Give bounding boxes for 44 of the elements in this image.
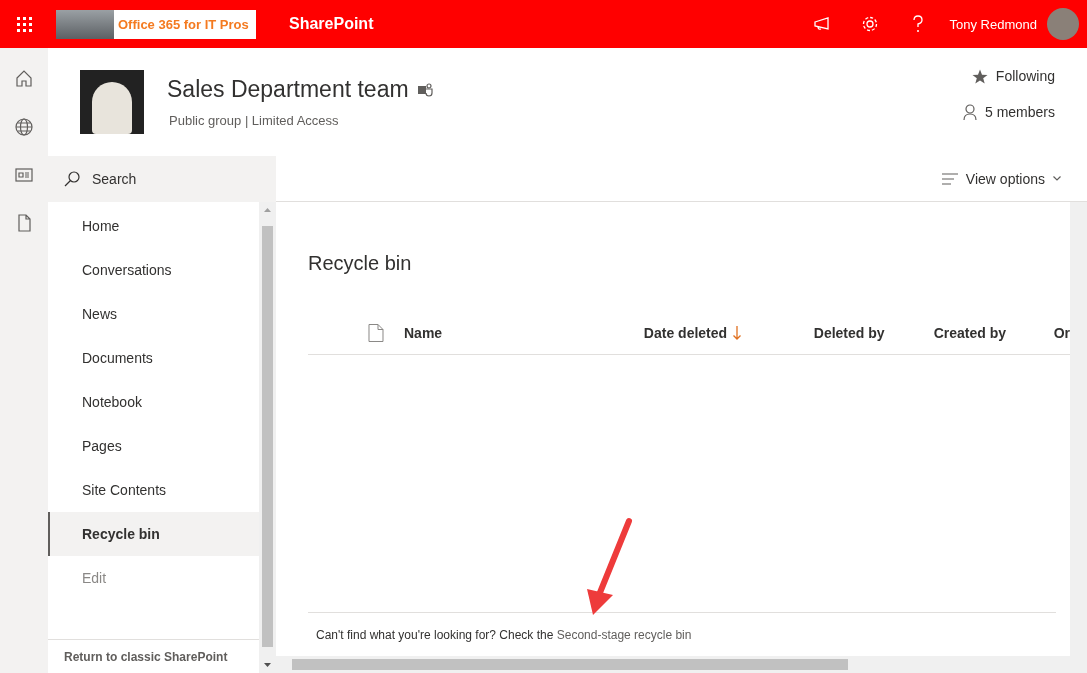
scroll-down-icon[interactable] [264, 663, 271, 667]
help-text: Can't find what you're looking for? Check the Second-stage recycle bin [316, 627, 692, 642]
app-name[interactable]: SharePoint [289, 15, 374, 33]
view-options-button[interactable]: View options [935, 169, 1067, 188]
nav-link[interactable]: Conversations [48, 248, 259, 292]
person-icon [962, 104, 977, 120]
column-header[interactable]: Date deleted [643, 324, 728, 341]
nav-link[interactable]: News [48, 292, 259, 336]
nav-link[interactable]: Notebook [48, 380, 259, 424]
nav-link[interactable]: Documents [48, 336, 259, 380]
page-title: Recycle bin [308, 252, 413, 275]
settings-icon[interactable] [860, 15, 879, 33]
site-subtitle: Public group | Limited Access [169, 113, 340, 128]
column-header[interactable]: Created by [933, 324, 1007, 341]
column-header[interactable]: Deleted by [813, 324, 885, 341]
file-type-icon [368, 323, 384, 342]
user-name[interactable]: Tony Redmond [949, 16, 1037, 32]
horizontal-scrollbar[interactable] [276, 656, 1087, 673]
megaphone-icon[interactable] [812, 17, 831, 31]
nav-link[interactable]: Home [48, 204, 259, 248]
scrollbar[interactable] [1070, 202, 1087, 656]
column-header[interactable]: Or [1053, 324, 1070, 341]
teams-icon[interactable] [416, 81, 433, 98]
globe-icon[interactable] [14, 117, 34, 137]
chevron-down-icon [1053, 176, 1061, 181]
column-header[interactable]: Name [404, 324, 443, 341]
follow-button[interactable]: Following [971, 68, 1055, 84]
nav-link[interactable]: Pages [48, 424, 259, 468]
nav-link[interactable]: Site Contents [48, 468, 259, 512]
site-title: Sales Department team [167, 76, 409, 103]
news-icon[interactable] [14, 165, 34, 185]
sort-descending-icon[interactable] [733, 325, 742, 340]
star-icon [971, 68, 988, 84]
search-icon [64, 171, 80, 187]
second-stage-recycle-bin-link[interactable]: Second-stage recycle bin [556, 627, 692, 642]
app-launcher-icon[interactable] [16, 16, 32, 32]
site-logo-image [80, 70, 144, 134]
nav-link[interactable]: Recycle bin [48, 512, 259, 556]
list-icon [941, 172, 958, 185]
members-button[interactable]: 5 members [962, 104, 1055, 120]
home-icon[interactable] [14, 69, 34, 89]
edit-link[interactable]: Edit [48, 556, 259, 600]
scroll-up-icon[interactable] [264, 208, 271, 212]
help-icon[interactable] [911, 15, 924, 33]
